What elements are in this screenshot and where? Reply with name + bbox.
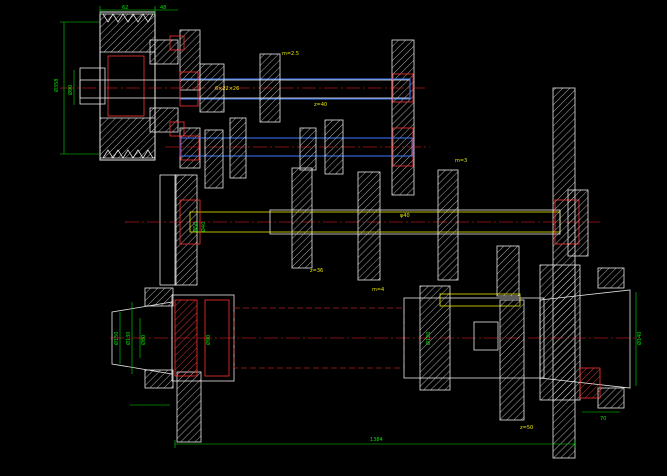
top-dim-1: 62: [122, 5, 128, 11]
right-dim-1: Ø140: [636, 332, 643, 345]
top-dim-2: 48: [160, 5, 166, 11]
spindle-dim-4: Ø90: [205, 335, 212, 345]
spindle-dim-5: Ø120: [425, 332, 432, 345]
gear-label-6: z=50: [520, 425, 533, 431]
spindle-dim-1: Ø150: [113, 332, 120, 345]
spindle-dim-3: Ø80: [140, 335, 147, 345]
gear-label-3: m=3: [455, 158, 467, 164]
gearbox-section-drawing: 62 48 Ø358 Ø90 1384 Ø140 70 Ø150 Ø130 Ø8…: [53, 5, 643, 459]
shaft-dim-1: Ø40: [200, 222, 207, 232]
gear-label-2: z=40: [314, 102, 327, 108]
left-dim-2: Ø90: [67, 85, 74, 95]
right-dim-2: 70: [600, 416, 606, 422]
left-dim-1: Ø358: [53, 79, 60, 92]
shaft-label: φ40: [400, 213, 410, 219]
spline-label: 6×22×26: [215, 86, 239, 92]
cad-canvas: { "drawing": { "top_dims": ["62", "48"],…: [0, 0, 667, 476]
input-shaft: [60, 53, 425, 123]
v-belt-pulley: [79, 11, 185, 161]
spindle-dim-2: Ø130: [125, 332, 132, 345]
gear-label-4: z=36: [310, 268, 323, 274]
gear-label-1: m=2.5: [282, 51, 299, 57]
bottom-dim: 1384: [370, 437, 383, 443]
gear-label-5: m=4: [372, 287, 384, 293]
shaft-dim-2: Ø50: [192, 222, 199, 232]
